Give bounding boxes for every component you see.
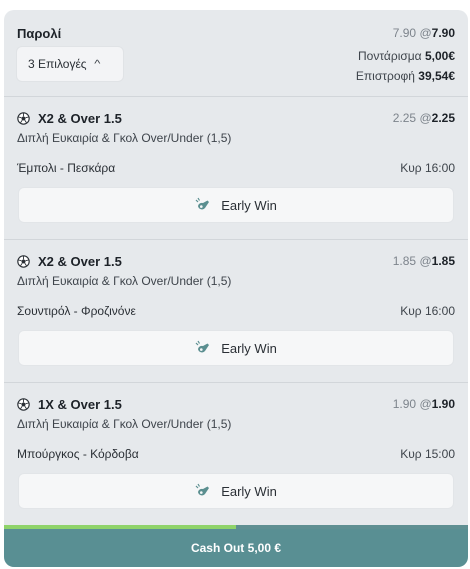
stake-row: Ποντάρισμα 5,00€ [358, 49, 455, 63]
early-win-label: Early Win [221, 197, 277, 213]
early-win-label: Early Win [221, 340, 277, 356]
selection-match: Σουντιρόλ - Φροζινόνε [17, 304, 136, 318]
return-label: Επιστροφή [355, 69, 415, 83]
selection-time: Κυρ 16:00 [400, 161, 455, 175]
selection-title: X2 & Over 1.5 [38, 254, 122, 269]
selection-item: 1X & Over 1.5 1.90 @1.90 Διπλή Ευκαιρία … [4, 383, 468, 526]
soccer-ball-icon [17, 255, 30, 268]
chevron-up-icon: ^ [93, 58, 101, 70]
selections-toggle-button[interactable]: 3 Επιλογές ^ [16, 46, 124, 82]
total-odds-old: 7.90 [392, 26, 417, 40]
selection-match: Έμπολι - Πεσκάρα [17, 161, 116, 175]
stake-value: 5,00€ [424, 49, 455, 63]
return-row: Επιστροφή 39,54€ [356, 69, 455, 83]
early-win-button[interactable]: Early Win [18, 330, 454, 366]
selections-count-label: 3 Επιλογές [28, 57, 87, 71]
selection-time: Κυρ 16:00 [400, 304, 455, 318]
selection-odds: 1.90 @1.90 [392, 397, 455, 411]
selection-time: Κυρ 15:00 [400, 447, 455, 461]
return-value: 39,54€ [418, 69, 455, 83]
selection-odds: 2.25 @2.25 [392, 111, 455, 125]
selection-market: Διπλή Ευκαιρία & Γκολ Over/Under (1,5) [17, 274, 232, 288]
soccer-ball-icon [17, 112, 30, 125]
betslip-header: Παρολί 3 Επιλογές ^ 7.90 @7.90 Ποντάρισμ… [4, 10, 468, 96]
selection-item: X2 & Over 1.5 1.85 @1.85 Διπλή Ευκαιρία … [4, 240, 468, 383]
selection-match: Μπούργκος - Κόρδοβα [17, 447, 139, 461]
selection-odds: 1.85 @1.85 [392, 254, 455, 268]
early-win-whistle-icon [195, 340, 210, 353]
stake-label: Ποντάρισμα [358, 49, 422, 63]
selection-market: Διπλή Ευκαιρία & Γκολ Over/Under (1,5) [17, 131, 232, 145]
early-win-label: Early Win [221, 483, 277, 499]
total-odds-new: 7.90 [431, 26, 455, 40]
soccer-ball-icon [17, 398, 30, 411]
early-win-whistle-icon [195, 483, 210, 496]
selection-market: Διπλή Ευκαιρία & Γκολ Over/Under (1,5) [17, 417, 232, 431]
selection-title: 1X & Over 1.5 [38, 397, 122, 412]
early-win-button[interactable]: Early Win [18, 473, 454, 509]
total-odds: 7.90 @7.90 [392, 26, 455, 40]
selection-item: X2 & Over 1.5 2.25 @2.25 Διπλή Ευκαιρία … [4, 97, 468, 240]
cash-out-button[interactable]: Cash Out 5,00 € [4, 529, 468, 567]
early-win-button[interactable]: Early Win [18, 187, 454, 223]
betslip-card: Παρολί 3 Επιλογές ^ 7.90 @7.90 Ποντάρισμ… [4, 10, 468, 567]
selection-title: X2 & Over 1.5 [38, 111, 122, 126]
bet-type-title: Παρολί [17, 26, 62, 41]
early-win-whistle-icon [195, 197, 210, 210]
